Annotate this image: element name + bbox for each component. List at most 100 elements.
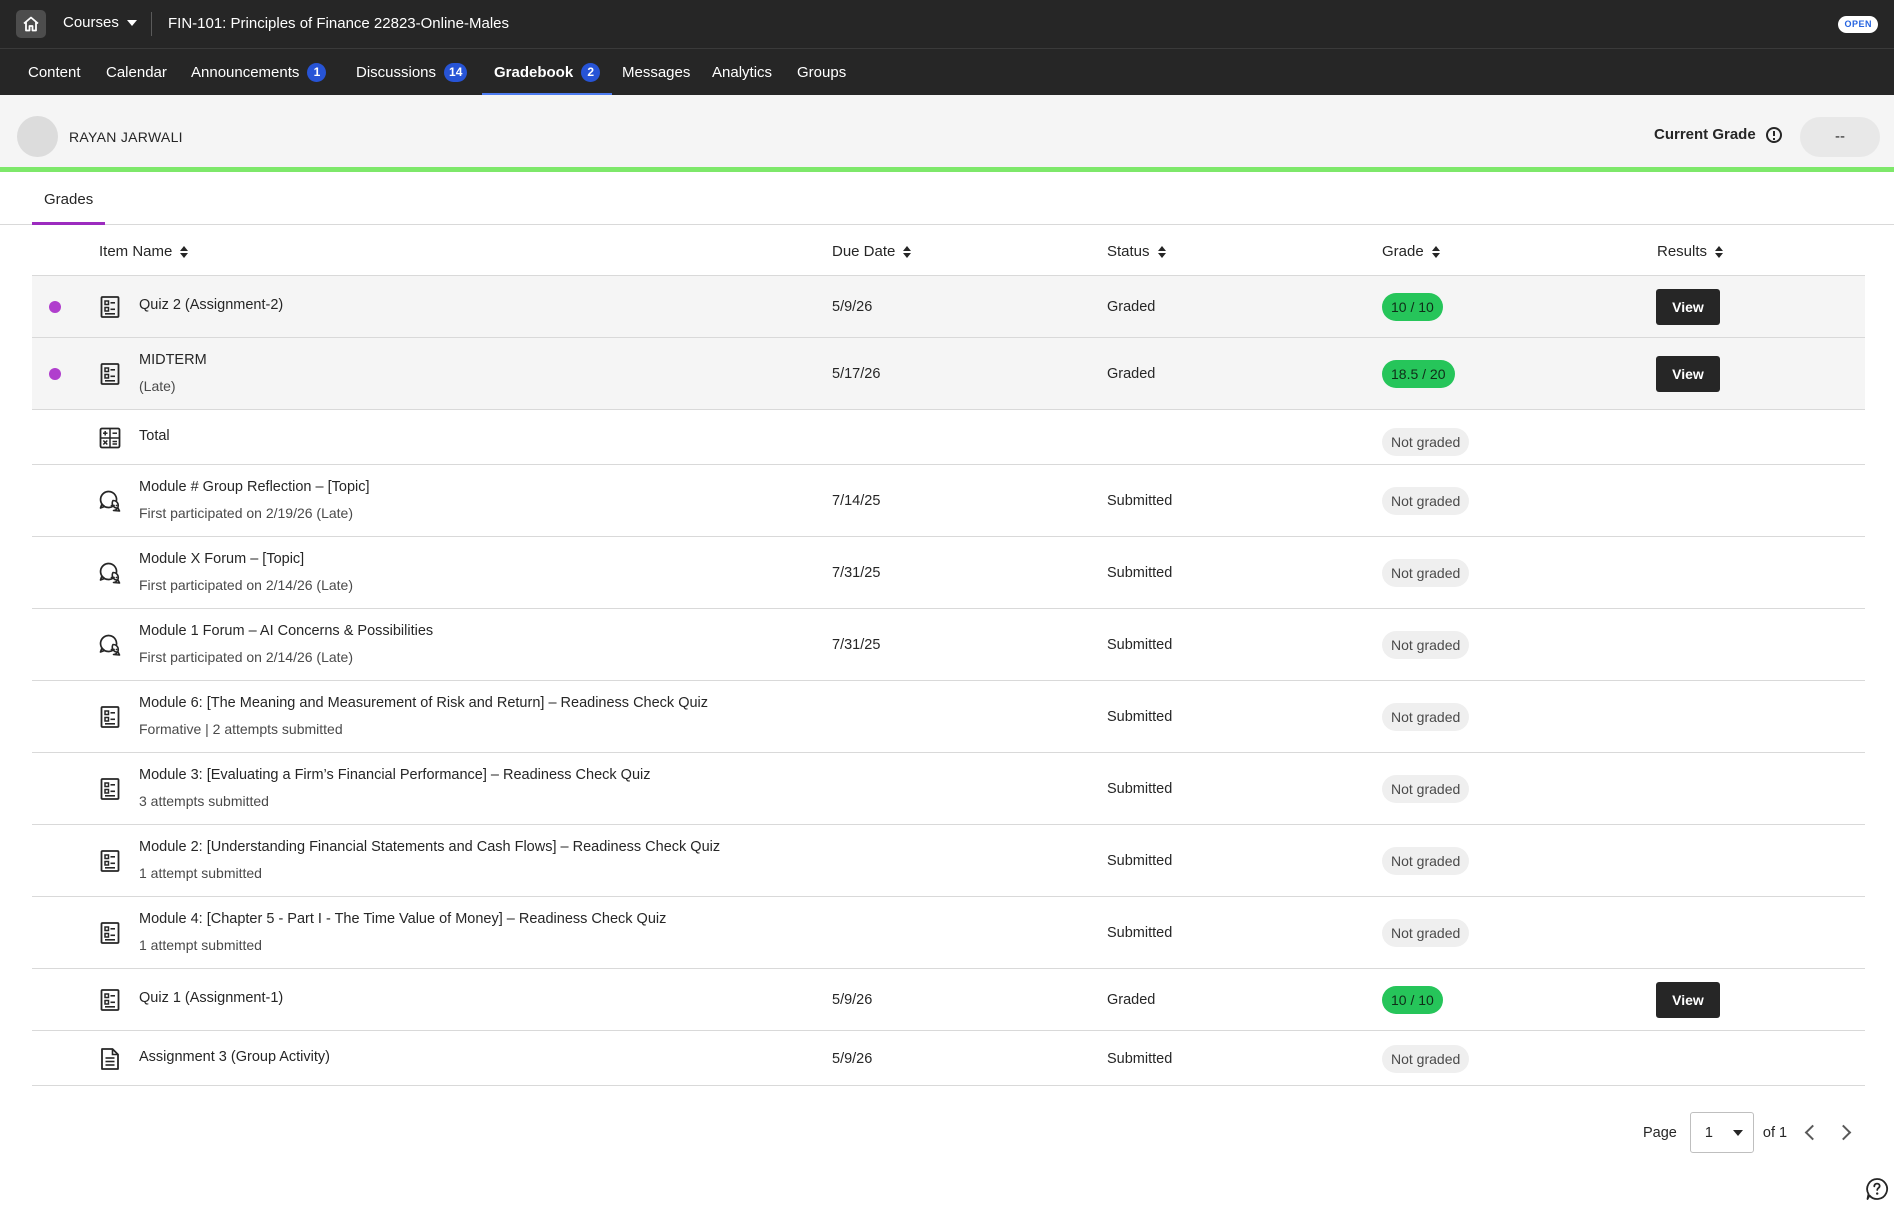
item-name-link[interactable]: Module 3: [Evaluating a Firm’s Financial… [139, 767, 651, 783]
current-grade-value: -- [1800, 117, 1880, 157]
item-name-link[interactable]: Total [139, 428, 170, 444]
nav-label: Gradebook [494, 63, 574, 81]
table-body: Quiz 2 (Assignment-2) 5/9/26 Graded 10 / 10… [32, 276, 1865, 1086]
grade-pill: Not graded [1382, 847, 1470, 875]
table-row[interactable]: Module X Forum – [Topic] First participat… [32, 537, 1865, 609]
document-icon [101, 1047, 119, 1070]
nav-announcements[interactable]: Announcements 1 [179, 49, 338, 95]
item-name-link[interactable]: Quiz 1 (Assignment-1) [139, 990, 283, 1006]
sort-icon [1157, 245, 1166, 258]
view-results-button[interactable]: View [1656, 289, 1720, 325]
grade-pill: 18.5 / 20 [1382, 360, 1455, 388]
page-select-value: 1 [1704, 1124, 1713, 1141]
chevron-down-icon [126, 19, 137, 26]
column-label: Due Date [832, 243, 896, 260]
table-row[interactable]: Module 4: [Chapter 5 - Part I - The Time… [32, 897, 1865, 969]
next-page-icon[interactable] [1835, 1124, 1852, 1141]
due-date: 7/31/25 [832, 565, 881, 581]
item-name-link[interactable]: Module 4: [Chapter 5 - Part I - The Time… [139, 911, 666, 927]
nav-label: Calendar [106, 63, 167, 81]
item-subtitle: Formative | 2 attempts submitted [139, 721, 343, 737]
count-badge: 14 [444, 62, 468, 82]
nav-groups[interactable]: Groups [785, 49, 858, 95]
table-row[interactable]: Quiz 2 (Assignment-2) 5/9/26 Graded 10 / 10… [32, 276, 1865, 338]
item-name-link[interactable]: Module 2: [Understanding Financial State… [139, 839, 720, 855]
view-results-button[interactable]: View [1656, 982, 1720, 1018]
nav-content[interactable]: Content [16, 49, 93, 95]
nav-calendar[interactable]: Calendar [94, 49, 179, 95]
current-grade-text: Current Grade [1654, 126, 1756, 143]
sort-icon [903, 245, 912, 258]
view-results-button[interactable]: View [1656, 356, 1720, 392]
column-header-status[interactable]: Status [1107, 243, 1166, 260]
nav-label: Groups [797, 63, 847, 81]
item-subtitle: 1 attempt submitted [139, 865, 262, 881]
current-grade-label: Current Grade [1654, 126, 1782, 143]
due-date: 5/9/26 [832, 299, 873, 315]
courses-label: Courses [63, 14, 119, 31]
top-bar: Courses FIN-101: Principles of Finance 2… [0, 0, 1894, 48]
nav-label: Announcements [191, 63, 300, 81]
item-name-link[interactable]: Assignment 3 (Group Activity) [139, 1049, 330, 1065]
table-row[interactable]: Assignment 3 (Group Activity) 5/9/26 Submi… [32, 1031, 1865, 1086]
nav-gradebook[interactable]: Gradebook 2 [482, 49, 613, 96]
grades-table: Item Name Due Date Status Grade Results … [32, 226, 1865, 1086]
nav-label: Analytics [712, 63, 773, 81]
column-label: Item Name [99, 243, 173, 260]
nav-messages[interactable]: Messages [610, 49, 702, 95]
item-name-link[interactable]: Quiz 2 (Assignment-2) [139, 297, 283, 313]
quiz-icon [100, 706, 120, 728]
item-name-link[interactable]: Module 6: [The Meaning and Measurement o… [139, 695, 708, 711]
courses-menu-button[interactable]: Courses [63, 14, 137, 31]
page-count: of 1 [1762, 1124, 1788, 1141]
item-subtitle: First participated on 2/14/26 (Late) [139, 577, 354, 593]
column-header-item-name[interactable]: Item Name [99, 243, 189, 260]
column-header-due-date[interactable]: Due Date [832, 243, 912, 260]
table-row[interactable]: Module # Group Reflection – [Topic] First… [32, 465, 1865, 537]
status-text: Submitted [1107, 565, 1173, 581]
count-badge: 1 [307, 62, 327, 82]
table-row[interactable]: Module 2: [Understanding Financial State… [32, 825, 1865, 897]
column-header-results[interactable]: Results [1657, 243, 1724, 260]
status-text: Submitted [1107, 925, 1173, 941]
table-row[interactable]: Total Not graded [32, 410, 1865, 465]
column-header-grade[interactable]: Grade [1382, 243, 1440, 260]
quiz-icon [100, 363, 120, 385]
nav-discussions[interactable]: Discussions 14 [344, 49, 479, 95]
discussion-icon [99, 490, 121, 512]
table-row[interactable]: Module 3: [Evaluating a Firm’s Financial… [32, 753, 1865, 825]
item-name-link[interactable]: Module # Group Reflection – [Topic] [139, 479, 370, 495]
grade-pill: Not graded [1382, 487, 1470, 515]
new-indicator-dot [49, 301, 61, 313]
table-row[interactable]: MIDTERM (Late) 5/17/26 Graded 18.5 / 20 View [32, 338, 1865, 410]
quiz-icon [100, 989, 120, 1011]
grade-pill: Not graded [1382, 631, 1470, 659]
discussion-icon [99, 562, 121, 584]
status-text: Submitted [1107, 709, 1173, 725]
previous-page-icon[interactable] [1804, 1124, 1821, 1141]
grade-pill: Not graded [1382, 427, 1470, 456]
info-icon[interactable] [1765, 126, 1782, 143]
help-icon[interactable] [1865, 1177, 1889, 1201]
table-row[interactable]: Quiz 1 (Assignment-1) 5/9/26 Graded 10 / 10… [32, 969, 1865, 1031]
status-text: Submitted [1107, 781, 1173, 797]
page-select[interactable]: 1 [1689, 1112, 1754, 1153]
item-name-link[interactable]: Module 1 Forum – AI Concerns & Possibili… [139, 623, 433, 639]
home-button[interactable] [16, 10, 46, 38]
grade-pill: Not graded [1382, 919, 1470, 947]
tab-grades[interactable]: Grades [32, 177, 106, 225]
item-subtitle: First participated on 2/19/26 (Late) [139, 505, 354, 521]
calculator-icon [99, 427, 121, 448]
item-subtitle: First participated on 2/14/26 (Late) [139, 649, 354, 665]
item-name-link[interactable]: MIDTERM [139, 352, 207, 368]
grade-pill: 10 / 10 [1382, 986, 1443, 1014]
avatar [17, 116, 58, 157]
item-name-link[interactable]: Module X Forum – [Topic] [139, 551, 304, 567]
table-row[interactable]: Module 6: [The Meaning and Measurement o… [32, 681, 1865, 753]
sort-icon [180, 245, 189, 258]
nav-label: Messages [622, 63, 691, 81]
table-row[interactable]: Module 1 Forum – AI Concerns & Possibili… [32, 609, 1865, 681]
quiz-icon [100, 778, 120, 800]
grade-pill: Not graded [1382, 1044, 1470, 1073]
nav-analytics[interactable]: Analytics [700, 49, 784, 95]
